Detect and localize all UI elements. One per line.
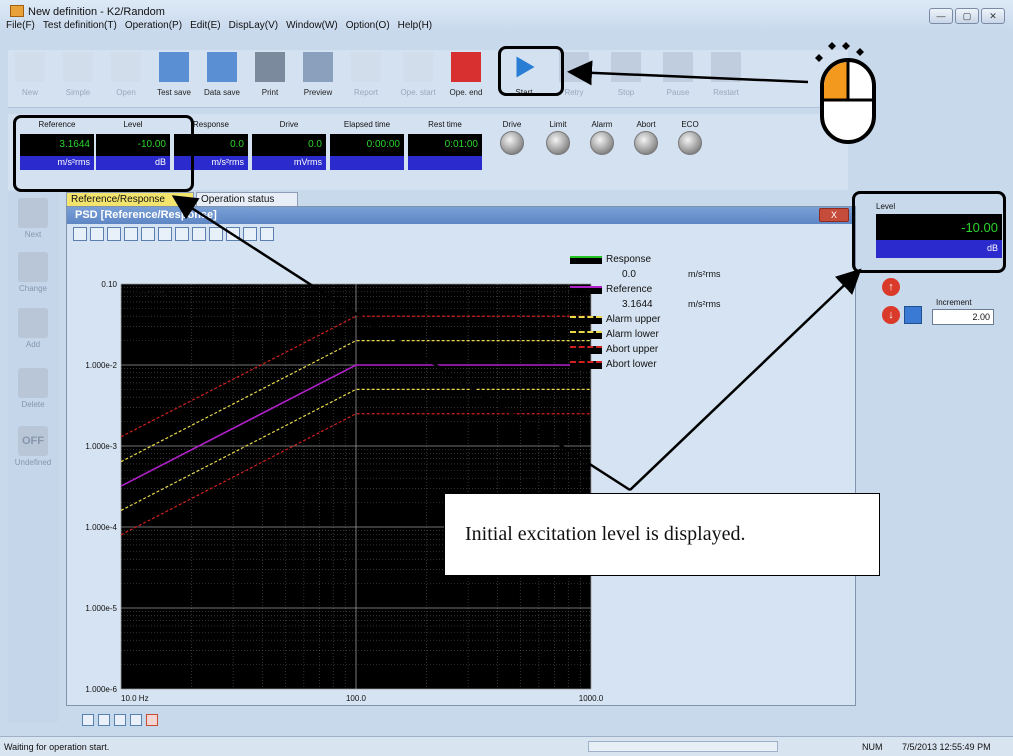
mouse-click-icon bbox=[815, 42, 876, 144]
arrow-to-start bbox=[567, 60, 809, 86]
annotation-arrows bbox=[171, 42, 876, 492]
arrow-to-level-panel bbox=[629, 268, 862, 491]
arrow-to-meter bbox=[171, 195, 631, 492]
